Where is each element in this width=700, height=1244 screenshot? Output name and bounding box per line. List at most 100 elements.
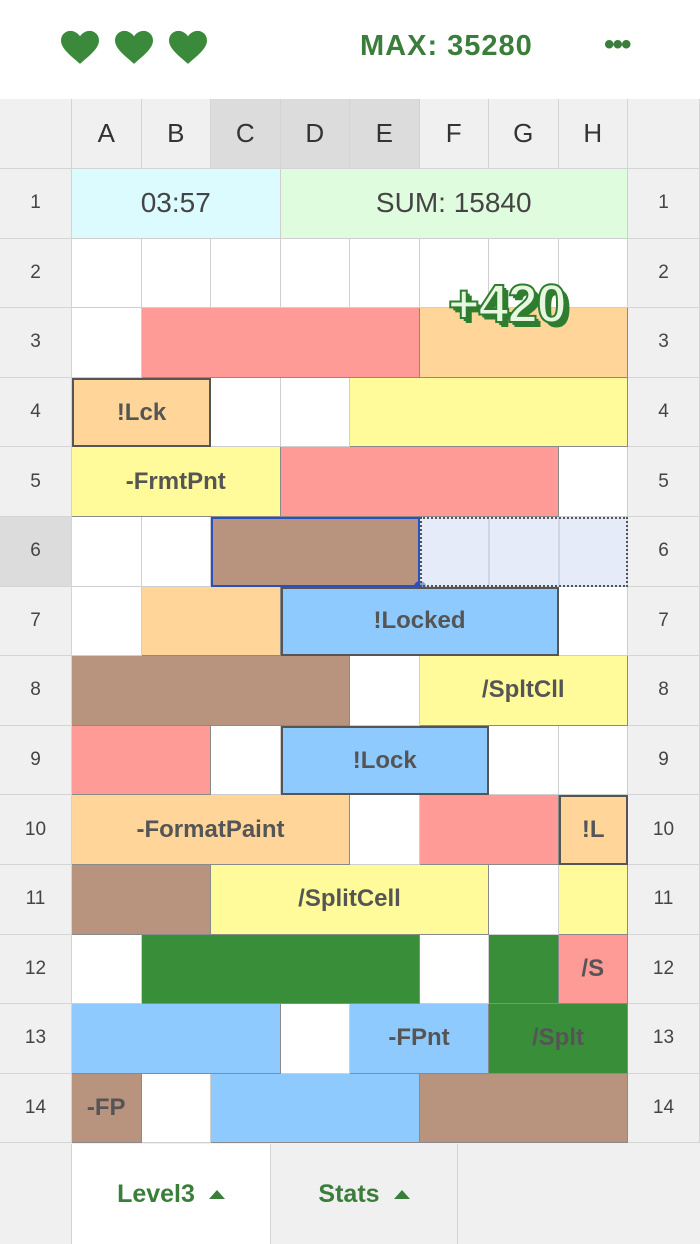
- row-header-13[interactable]: 13: [0, 1004, 72, 1074]
- grid-cell[interactable]: [558, 725, 628, 796]
- row-header-right-14: 14: [628, 1073, 700, 1144]
- column-header-c[interactable]: C: [211, 99, 281, 169]
- spreadsheet-grid: A B C D E F G H 1 1 2 2 3 3 4 4 5 5 6 6 7 7 8 8 9 9 10 10 11 11 12 12 13…: [0, 99, 700, 1144]
- grid-cell[interactable]: [558, 586, 628, 657]
- column-header-d[interactable]: D: [280, 99, 350, 169]
- block-green[interactable]: [489, 934, 559, 1005]
- block-yellow[interactable]: /SpltCll: [419, 656, 628, 726]
- block-label: -FPnt: [388, 1024, 450, 1052]
- block-red[interactable]: [141, 308, 420, 378]
- drop-preview-divider: [489, 519, 490, 585]
- column-header-b[interactable]: B: [141, 99, 211, 169]
- row-header-11[interactable]: 11: [0, 865, 72, 935]
- grid-cell[interactable]: [280, 238, 350, 309]
- tab-stats-label: Stats: [318, 1179, 380, 1208]
- row-header-right-5: 5: [628, 447, 700, 517]
- block-brown[interactable]: [419, 1073, 628, 1144]
- grid-cell[interactable]: [489, 865, 559, 935]
- grid-cell[interactable]: [350, 238, 420, 309]
- grid-cell[interactable]: [72, 586, 142, 657]
- block-yellow[interactable]: [558, 865, 628, 935]
- row-header-7[interactable]: 7: [0, 586, 72, 657]
- block-brown[interactable]: [72, 865, 211, 935]
- grid-cell[interactable]: [489, 725, 559, 796]
- drop-preview-divider: [558, 519, 560, 585]
- block-label: !L: [581, 816, 605, 844]
- block-blue[interactable]: -FPnt: [350, 1004, 489, 1074]
- column-header-g[interactable]: G: [489, 99, 559, 169]
- grid-cell[interactable]: [72, 934, 142, 1005]
- block-red[interactable]: [419, 795, 559, 865]
- tab-level-label: Level3: [117, 1179, 195, 1208]
- tab-bar: Level3 Stats: [0, 1144, 700, 1244]
- block-yellow[interactable]: -FrmtPnt: [72, 447, 281, 517]
- block-yellow[interactable]: /SplitCell: [211, 865, 489, 935]
- block-green[interactable]: /Splt: [489, 1004, 628, 1074]
- block-orange[interactable]: !Lck: [72, 377, 211, 448]
- block-label: -FormatPaint: [136, 815, 285, 843]
- block-orange[interactable]: [141, 586, 281, 657]
- row-header-14[interactable]: 14: [0, 1073, 72, 1144]
- row-header-1[interactable]: 1: [0, 169, 72, 239]
- row-header-right-7: 7: [628, 586, 700, 657]
- block-label: !Lck: [116, 398, 167, 426]
- block-brown[interactable]: [72, 656, 350, 726]
- row-header-8[interactable]: 8: [0, 656, 72, 726]
- grid-cell[interactable]: [211, 377, 281, 448]
- grid-cell[interactable]: [558, 447, 628, 517]
- block-red[interactable]: [72, 725, 211, 796]
- column-header-f[interactable]: F: [419, 99, 489, 169]
- block-orange[interactable]: !L: [558, 795, 628, 865]
- block-red[interactable]: [280, 447, 559, 517]
- grid-cell[interactable]: [72, 308, 142, 378]
- block-blue[interactable]: [211, 1073, 420, 1144]
- tab-spacer: [0, 1144, 72, 1244]
- block-yellow[interactable]: [350, 377, 628, 448]
- block-orange[interactable]: -FormatPaint: [72, 795, 350, 865]
- row-header-3[interactable]: 3: [0, 308, 72, 378]
- block-blue[interactable]: !Lock: [280, 725, 489, 796]
- row-header-right-3: 3: [628, 308, 700, 378]
- tab-stats[interactable]: Stats: [271, 1144, 458, 1244]
- grid-corner: [0, 99, 72, 169]
- grid-cell[interactable]: [211, 238, 281, 309]
- grid-cell[interactable]: [141, 517, 211, 587]
- grid-cell[interactable]: [211, 725, 281, 796]
- tab-level[interactable]: Level3: [72, 1144, 271, 1244]
- more-horizontal-icon[interactable]: •••: [604, 28, 631, 62]
- grid-cell[interactable]: [72, 238, 142, 309]
- column-header-h[interactable]: H: [558, 99, 628, 169]
- row-header-right-2: 2: [628, 238, 700, 309]
- block-blue[interactable]: !Locked: [280, 586, 559, 657]
- grid-cell[interactable]: [280, 1004, 350, 1074]
- column-header-e[interactable]: E: [350, 99, 420, 169]
- grid-cell[interactable]: [141, 1073, 211, 1144]
- column-header-a[interactable]: A: [72, 99, 142, 169]
- row-header-12[interactable]: 12: [0, 934, 72, 1005]
- block-label: !Locked: [373, 607, 466, 635]
- max-score: MAX: 35280: [360, 30, 533, 62]
- triangle-up-icon: [393, 1189, 410, 1199]
- grid-cell[interactable]: [280, 377, 350, 448]
- grid-cell[interactable]: [558, 238, 628, 309]
- row-header-5[interactable]: 5: [0, 447, 72, 517]
- drop-preview: [419, 517, 628, 587]
- grid-cell[interactable]: [419, 934, 489, 1005]
- row-header-10[interactable]: 10: [0, 795, 72, 865]
- block-blue[interactable]: [72, 1004, 281, 1074]
- grid-cell[interactable]: [350, 656, 420, 726]
- block-brown[interactable]: -FP: [72, 1073, 142, 1144]
- row-header-6[interactable]: 6: [0, 517, 72, 587]
- row-header-right-10: 10: [628, 795, 700, 865]
- block-green[interactable]: [141, 934, 420, 1005]
- grid-cell[interactable]: [72, 517, 142, 587]
- row-header-2[interactable]: 2: [0, 238, 72, 309]
- grid-cell[interactable]: [350, 795, 420, 865]
- row-header-9[interactable]: 9: [0, 725, 72, 796]
- triangle-up-icon: [208, 1189, 225, 1199]
- row-header-right-9: 9: [628, 725, 700, 796]
- block-red[interactable]: /S: [558, 934, 628, 1005]
- row-header-4[interactable]: 4: [0, 377, 72, 448]
- block-label: /SplitCell: [298, 885, 401, 913]
- grid-cell[interactable]: [141, 238, 211, 309]
